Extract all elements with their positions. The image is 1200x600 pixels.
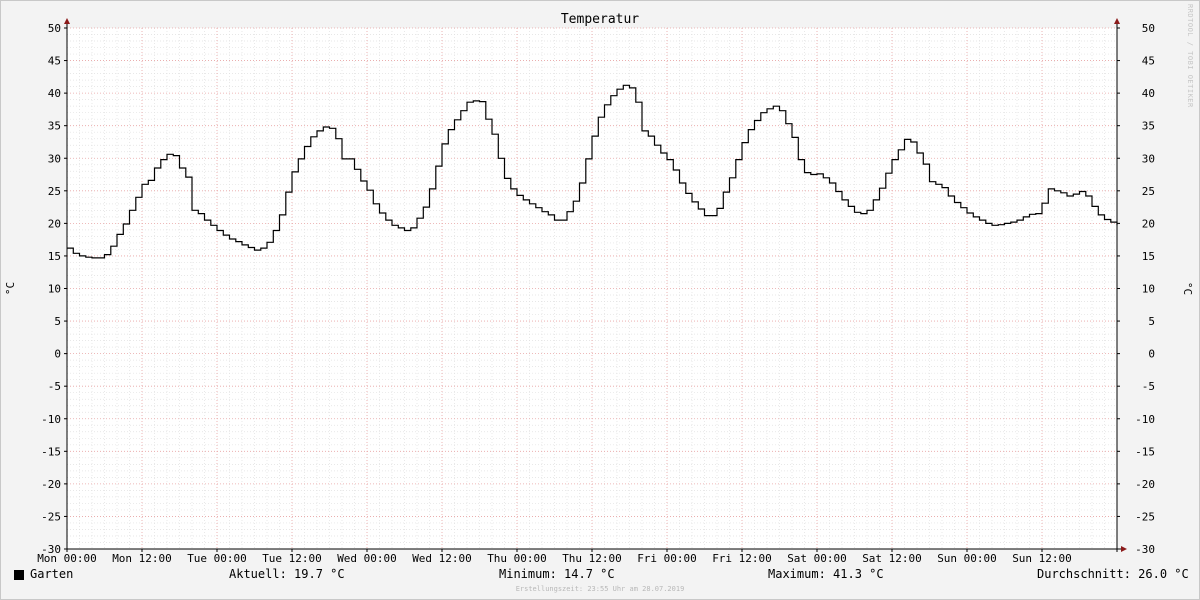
y-tick-label-left: 15	[48, 250, 61, 263]
x-tick-label: Wed 12:00	[412, 552, 472, 565]
y-tick-label-right: -25	[1135, 510, 1155, 523]
legend-average-value: Durchschnitt: 26.0 °C	[1037, 567, 1189, 581]
y-tick-label-left: -5	[48, 380, 61, 393]
y-tick-label-right: -10	[1135, 413, 1155, 426]
y-tick-label-right: 25	[1142, 185, 1155, 198]
y-tick-label-left: -10	[41, 413, 61, 426]
y-axis-label-left: °C	[4, 281, 18, 296]
x-tick-label: Tue 12:00	[262, 552, 322, 565]
x-tick-label: Fri 00:00	[637, 552, 697, 565]
x-tick-label: Sat 12:00	[862, 552, 922, 565]
y-tick-label-right: -5	[1142, 380, 1155, 393]
y-tick-label-right: 20	[1142, 217, 1155, 230]
x-tick-label: Fri 12:00	[712, 552, 772, 565]
y-tick-label-right: -30	[1135, 543, 1155, 556]
y-tick-label-right: 0	[1148, 348, 1155, 361]
y-tick-label-right: 35	[1142, 120, 1155, 133]
x-tick-label: Thu 12:00	[562, 552, 622, 565]
y-tick-label-right: 5	[1148, 315, 1155, 328]
y-tick-label-right: 30	[1142, 152, 1155, 165]
y-tick-label-right: 15	[1142, 250, 1155, 263]
y-tick-label-left: 20	[48, 217, 61, 230]
y-tick-label-left: -25	[41, 510, 61, 523]
x-tick-label: Tue 00:00	[187, 552, 247, 565]
y-tick-label-right: -20	[1135, 478, 1155, 491]
y-tick-label-left: 10	[48, 283, 61, 296]
legend-current-value: Aktuell: 19.7 °C	[229, 567, 345, 581]
legend-series-name: Garten	[30, 567, 74, 581]
y-tick-label-left: -20	[41, 478, 61, 491]
legend-minimum-value: Minimum: 14.7 °C	[499, 567, 615, 581]
creation-time-footer: Erstellungszeit: 23:55 Uhr am 28.07.2019	[515, 585, 685, 593]
y-tick-label-right: 45	[1142, 55, 1155, 68]
y-tick-label-left: 40	[48, 87, 61, 100]
chart-title: Temperatur	[560, 12, 640, 27]
x-tick-label: Sun 12:00	[1012, 552, 1072, 565]
x-axis-arrow	[1121, 546, 1127, 552]
y-tick-label-right: 10	[1142, 283, 1155, 296]
y-axis-label-right: °C	[1180, 281, 1194, 296]
watermark: RRDTOOL / TOBI OETIKER	[1186, 4, 1194, 108]
x-tick-label: Mon 12:00	[112, 552, 172, 565]
x-tick-label: Sat 00:00	[787, 552, 847, 565]
x-tick-label: Sun 00:00	[937, 552, 997, 565]
legend-swatch-garten	[14, 570, 24, 580]
y-tick-label-left: 5	[54, 315, 61, 328]
temperature-chart: 50 5045 4540 4035 3530 3025 2520 2015 1510 105 50 0…	[37, 18, 1155, 565]
y-tick-label-left: 30	[48, 152, 61, 165]
y-tick-label-left: 25	[48, 185, 61, 198]
y-tick-label-left: 0	[54, 348, 61, 361]
legend-maximum-value: Maximum: 41.3 °C	[768, 567, 884, 581]
x-tick-label: Wed 00:00	[337, 552, 397, 565]
y-tick-label-right: -15	[1135, 445, 1155, 458]
y-tick-label-left: 45	[48, 55, 61, 68]
y-tick-label-left: -15	[41, 445, 61, 458]
x-tick-label: Mon 00:00	[37, 552, 97, 565]
y-tick-label-left: 35	[48, 120, 61, 133]
y-tick-label-right: 40	[1142, 87, 1155, 100]
x-tick-label: Thu 00:00	[487, 552, 547, 565]
